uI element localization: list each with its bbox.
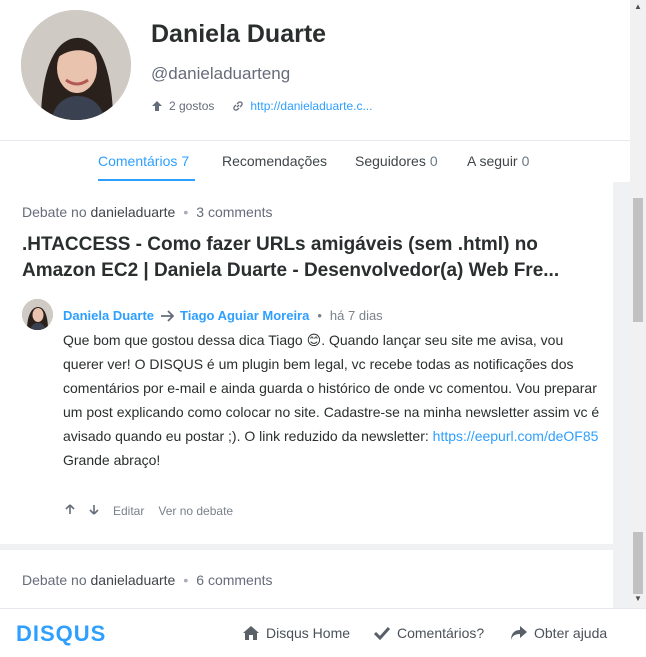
get-help-label: Obter ajuda [534,625,608,641]
arrow-up-icon [152,101,162,111]
tab-label: Seguidores [355,153,426,169]
comment-author[interactable]: Daniela Duarte [63,308,154,323]
tab-followers[interactable]: Seguidores 0 [355,153,438,169]
active-tab-indicator [98,179,195,181]
scrollbar[interactable]: ▲ ▼ [630,0,646,608]
profile-handle: @danieladuarteng [151,64,291,83]
disqus-home-label: Disqus Home [266,625,351,641]
link-icon [233,101,244,111]
comment-time[interactable]: há 7 dias [330,308,383,323]
scroll-down-arrow-icon[interactable]: ▼ [634,594,642,603]
downvote-icon[interactable] [89,504,99,518]
comment-text: Grande abraço! [63,452,161,468]
scroll-thumb-outer[interactable] [633,532,643,594]
share-arrow-icon [511,626,527,640]
comments-help-label: Comentários? [397,625,485,641]
comment-header: Daniela Duarte Tiago Aguiar Moreira • há… [63,308,383,323]
thread-meta: Debate no danieladuarte • 3 comments [22,204,273,220]
home-icon [243,626,259,640]
tab-count: 0 [521,153,530,169]
scroll-thumb-inner[interactable] [633,198,643,322]
thread-meta: Debate no danieladuarte • 6 comments [22,572,273,588]
thread-prefix: Debate no [22,572,87,588]
separator-dot: • [183,572,189,588]
forum-link[interactable]: danieladuarte [91,572,176,588]
disqus-home-link[interactable]: Disqus Home [242,625,350,641]
profile-tabs: Comentários 7 Recomendações Seguidores 0 A… [0,140,630,184]
view-in-thread-link[interactable]: Ver no debate [158,504,233,518]
website-stat[interactable]: http://danieladuarte.c... [232,99,372,113]
separator-dot: • [317,308,322,323]
tab-label: Recomendações [222,153,328,169]
comment-count[interactable]: 3 comments [196,204,272,220]
separator-dot: • [183,204,189,220]
comment-card: Debate no danieladuarte • 3 comments .HTAC… [0,182,613,544]
tab-recommendations[interactable]: Recomendações [222,153,327,169]
comments-help-link[interactable]: Comentários? [373,625,484,641]
comments-feed: Debate no danieladuarte • 3 comments .HTAC… [0,182,630,608]
tab-label: A seguir [467,153,518,169]
comment-text: Que bom que gostou dessa dica Tiago [63,332,303,348]
upvote-icon[interactable] [65,504,75,518]
get-help-link[interactable]: Obter ajuda [510,625,607,641]
checkmark-icon [373,626,391,641]
profile-avatar[interactable] [21,10,131,120]
tab-count: 0 [429,153,438,169]
tab-label: Comentários [98,153,178,169]
comment-card: Debate no danieladuarte • 6 comments [0,550,613,608]
footer: DISQUS Disqus Home Comentários? Obter aj… [0,608,646,657]
tab-following[interactable]: A seguir 0 [467,153,529,169]
newsletter-link[interactable]: https://eepurl.com/deOF85 [433,428,599,444]
tab-count: 7 [181,153,190,169]
edit-button[interactable]: Editar [113,504,144,518]
comment-actions: Editar Ver no debate [65,504,247,518]
thread-title[interactable]: .HTACCESS - Como fazer URLs amigáveis (s… [22,232,607,284]
website-link[interactable]: http://danieladuarte.c... [250,99,372,113]
reply-to-user[interactable]: Tiago Aguiar Moreira [180,308,309,323]
forum-link[interactable]: danieladuarte [91,204,176,220]
likes-label: 2 gostos [169,99,215,113]
profile-name: Daniela Duarte [151,20,327,48]
reply-arrow-icon [161,309,175,322]
tab-comments[interactable]: Comentários 7 [98,153,189,169]
comment-count[interactable]: 6 comments [196,572,272,588]
likes-stat[interactable]: 2 gostos [151,99,214,113]
disqus-logo[interactable]: DISQUS [16,621,106,647]
smile-emoji: 😊 [306,332,322,348]
thread-prefix: Debate no [22,204,87,220]
scroll-up-arrow-icon[interactable]: ▲ [634,2,642,11]
comment-avatar[interactable] [22,299,53,330]
comment-body: Que bom que gostou dessa dica Tiago 😊. Q… [63,328,603,472]
profile-stats: 2 gostos http://danieladuarte.c... [151,99,390,113]
profile-header: Daniela Duarte @danieladuarteng 2 gostos… [0,0,630,140]
